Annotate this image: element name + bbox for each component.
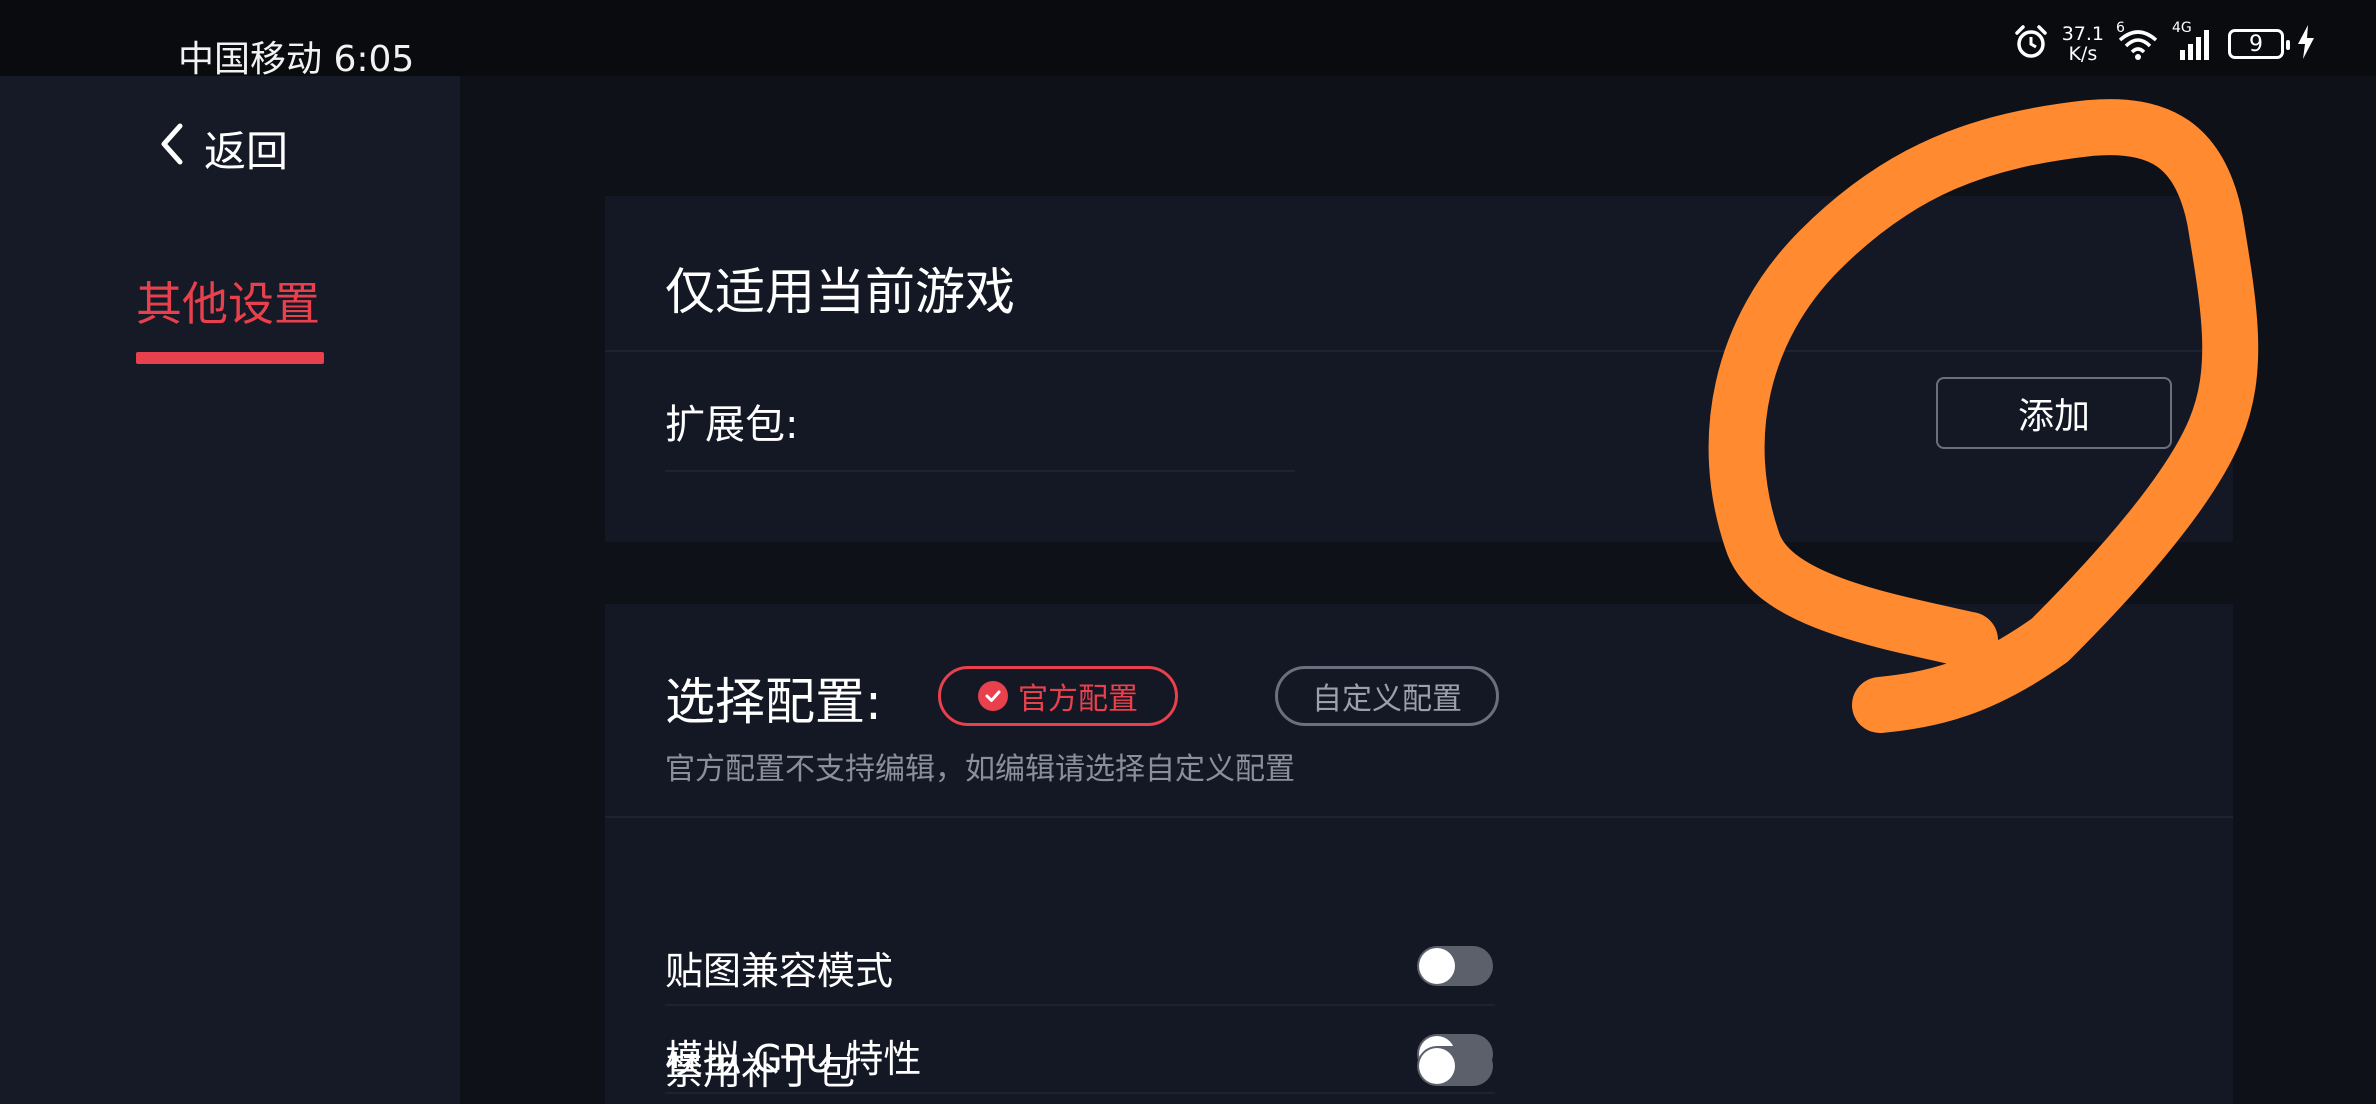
status-icons: 37.1 K/s 6 4G 9 <box>2012 20 2316 66</box>
charging-icon <box>2296 25 2316 63</box>
official-config-label: 官方配置 <box>1018 682 1138 717</box>
expansion-pack-label: 扩展包: <box>665 402 799 448</box>
check-icon <box>978 681 1008 711</box>
alarm-icon <box>2012 23 2050 65</box>
wifi-label: 6 <box>2116 20 2125 36</box>
divider <box>665 470 1295 472</box>
sidebar-item-other-settings[interactable]: 其他设置 <box>136 268 320 334</box>
active-tab-indicator <box>136 352 324 364</box>
divider <box>665 1004 1495 1006</box>
texture-compat-toggle[interactable] <box>1417 946 1493 986</box>
back-button[interactable]: 返回 <box>158 118 288 179</box>
toggle-knob <box>1419 948 1455 984</box>
main-content: 仅适用当前游戏 扩展包: 添加 选择配置: 官方配置 自定义配置 官方配置不支持… <box>460 76 2376 1104</box>
section-title-current-game: 仅适用当前游戏 <box>665 263 1015 321</box>
divider <box>605 816 2233 818</box>
official-config-option[interactable]: 官方配置 <box>938 666 1178 726</box>
config-card: 选择配置: 官方配置 自定义配置 官方配置不支持编辑，如编辑请选择自定义配置 贴… <box>605 604 2233 1104</box>
disable-patch-toggle[interactable] <box>1417 1046 1493 1086</box>
toggle-knob <box>1419 1048 1455 1084</box>
net-speed: 37.1 K/s <box>2062 24 2104 64</box>
battery-icon: 9 <box>2228 29 2290 59</box>
carrier-time: 中国移动 6:05 <box>178 39 415 80</box>
sidebar: 返回 其他设置 <box>0 76 460 1104</box>
add-expansion-button[interactable]: 添加 <box>1936 377 2172 449</box>
wifi-icon: 6 <box>2116 20 2160 62</box>
cell-signal-icon: 4G <box>2172 20 2216 62</box>
signal-label: 4G <box>2172 20 2192 36</box>
divider <box>605 350 2233 352</box>
battery-level: 9 <box>2249 31 2263 57</box>
custom-config-option[interactable]: 自定义配置 <box>1275 666 1499 726</box>
back-label: 返回 <box>204 127 289 176</box>
chevron-left-icon <box>158 122 186 176</box>
select-config-title: 选择配置: <box>665 673 882 731</box>
game-settings-card: 仅适用当前游戏 扩展包: 添加 <box>605 196 2233 542</box>
config-hint: 官方配置不支持编辑，如编辑请选择自定义配置 <box>665 752 1295 787</box>
net-speed-unit: K/s <box>2068 43 2098 65</box>
net-speed-value: 37.1 <box>2061 23 2104 45</box>
status-bar: 中国移动 6:05 37.1 K/s 6 4G 9 <box>0 0 2376 80</box>
toggle-label-disable-patch: 禁用补丁包 <box>665 1049 856 1093</box>
toggle-label-texture-compat: 贴图兼容模式 <box>665 949 894 993</box>
